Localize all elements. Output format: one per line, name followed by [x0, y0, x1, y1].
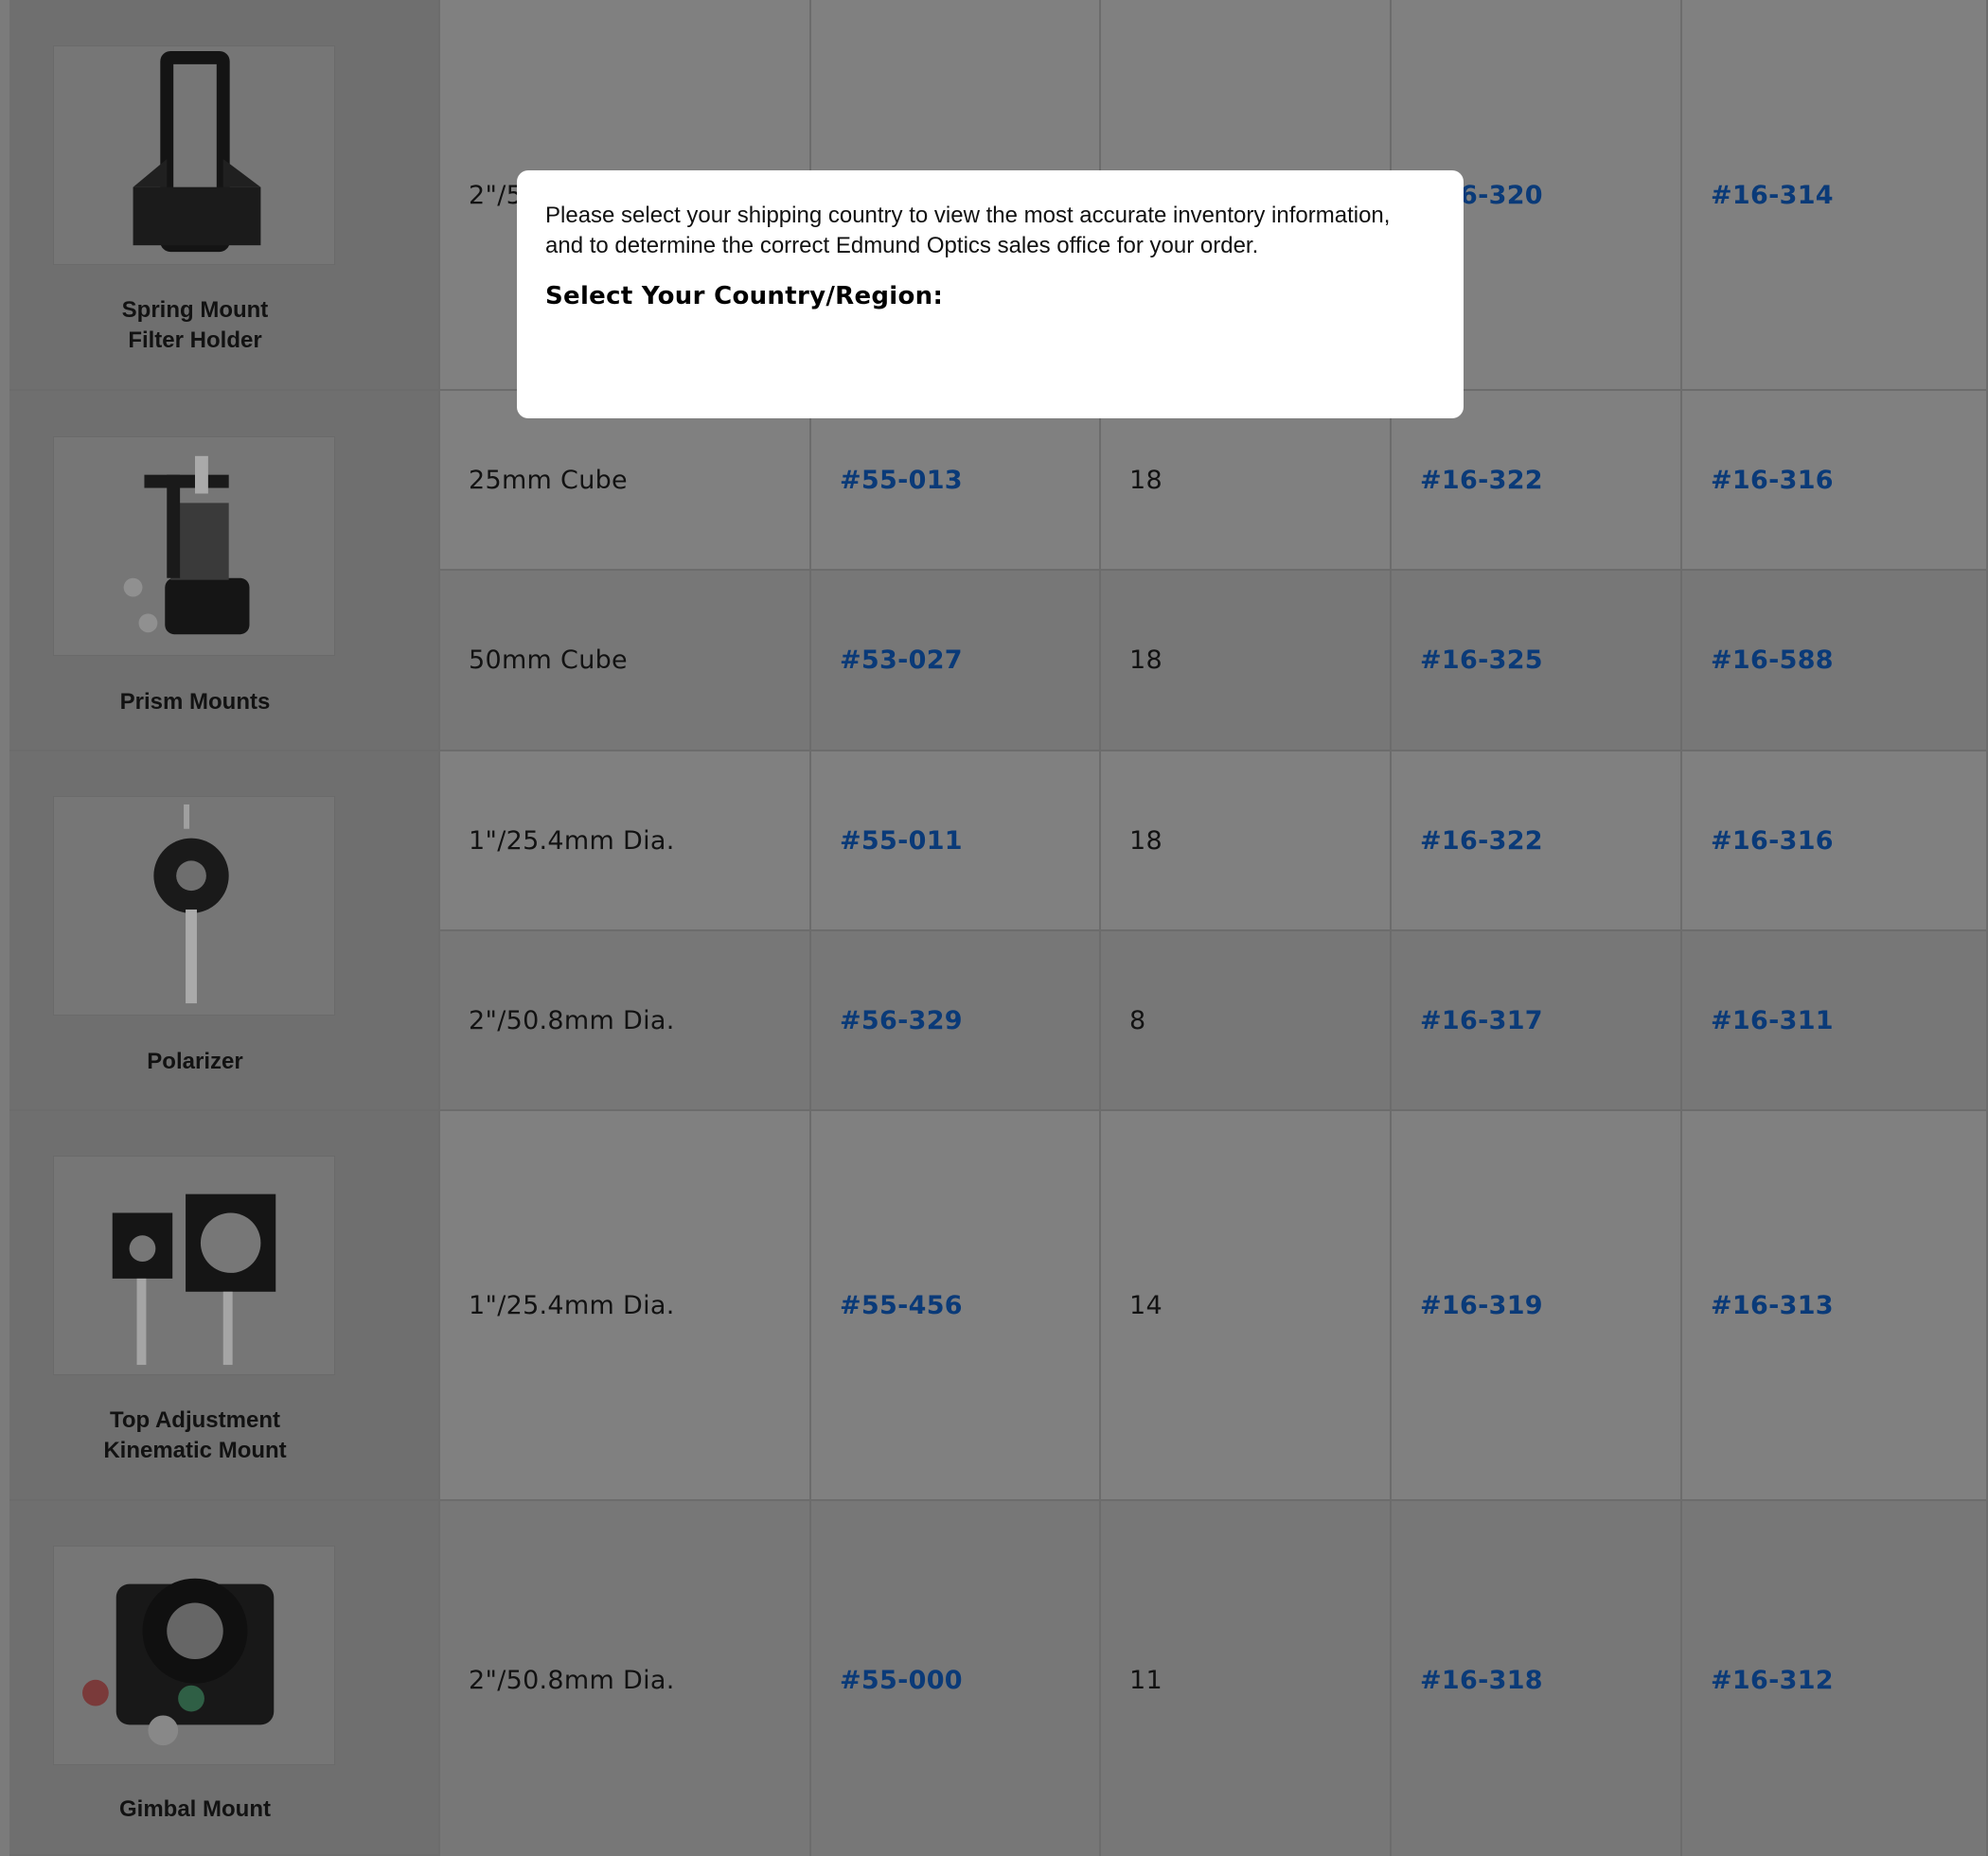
country-select-modal: Please select your shipping country to v… — [517, 170, 1464, 418]
stock-number-link[interactable]: #55-013 — [840, 466, 963, 495]
part-link-cell: #16-311 — [1682, 931, 1988, 1111]
part-link-cell: #16-314 — [1682, 0, 1988, 391]
product-name[interactable]: Spring Mount — [9, 295, 381, 326]
product-name[interactable]: Filter Holder — [9, 326, 381, 356]
part-link[interactable]: #16-588 — [1711, 645, 1834, 675]
size-cell: 1"/25.4mm Dia. — [440, 1111, 811, 1501]
spring-mount-filter-holder-image[interactable] — [53, 45, 335, 265]
qty-cell: 11 — [1101, 1501, 1392, 1856]
stock-number-cell: #53-027 — [811, 571, 1101, 751]
product-cell-polarizer: Polarizer — [9, 751, 440, 1111]
qty-cell: 14 — [1101, 1111, 1392, 1501]
size-cell: 1"/25.4mm Dia. — [440, 751, 811, 931]
modal-heading: Select Your Country/Region: — [545, 282, 944, 310]
prism-mount-image[interactable] — [53, 436, 335, 656]
qty-cell: 18 — [1101, 751, 1392, 931]
stock-number-cell: #55-000 — [811, 1501, 1101, 1856]
part-link[interactable]: #16-319 — [1420, 1291, 1543, 1320]
qty-cell: 8 — [1101, 931, 1392, 1111]
part-link[interactable]: #16-316 — [1711, 826, 1834, 856]
stock-number-link[interactable]: #55-011 — [840, 826, 963, 856]
product-cell-gimbal-mount: Gimbal Mount — [9, 1501, 440, 1856]
product-cell-prism-mounts: Prism Mounts — [9, 391, 440, 751]
product-name[interactable]: Polarizer — [9, 1047, 381, 1077]
product-name[interactable]: Kinematic Mount — [9, 1436, 381, 1466]
part-link[interactable]: #16-312 — [1711, 1666, 1834, 1695]
gimbal-mount-image[interactable] — [53, 1546, 335, 1765]
polarizer-mount-image[interactable] — [53, 796, 335, 1016]
stock-number-cell: #56-329 — [811, 931, 1101, 1111]
size-cell: 2"/50.8mm Dia. — [440, 931, 811, 1111]
part-link[interactable]: #16-322 — [1420, 826, 1543, 856]
size-cell: 2"/50.8mm Dia. — [440, 1501, 811, 1856]
kinematic-mount-image[interactable] — [53, 1156, 335, 1375]
product-cell-spring-mount: Spring Mount Filter Holder — [9, 0, 440, 391]
stock-number-cell: #55-456 — [811, 1111, 1101, 1501]
part-link[interactable]: #16-316 — [1711, 466, 1834, 495]
part-link[interactable]: #16-318 — [1420, 1666, 1543, 1695]
part-link[interactable]: #16-314 — [1711, 181, 1834, 210]
stock-number-link[interactable]: #55-456 — [840, 1291, 963, 1320]
part-link-cell: #16-316 — [1682, 391, 1988, 571]
product-cell-kinematic-mount: Top Adjustment Kinematic Mount — [9, 1111, 440, 1501]
product-name[interactable]: Prism Mounts — [9, 687, 381, 717]
stock-number-link[interactable]: #56-329 — [840, 1006, 963, 1035]
part-link-cell: #16-313 — [1682, 1111, 1988, 1501]
stock-number-link[interactable]: #55-000 — [840, 1666, 963, 1695]
part-link[interactable]: #16-322 — [1420, 466, 1543, 495]
qty-cell: 18 — [1101, 571, 1392, 751]
part-link[interactable]: #16-317 — [1420, 1006, 1543, 1035]
size-cell: 50mm Cube — [440, 571, 811, 751]
part-link[interactable]: #16-311 — [1711, 1006, 1834, 1035]
product-name[interactable]: Gimbal Mount — [9, 1794, 381, 1825]
part-link-cell: #16-322 — [1392, 751, 1682, 931]
part-link[interactable]: #16-325 — [1420, 645, 1543, 675]
part-link-cell: #16-319 — [1392, 1111, 1682, 1501]
part-link[interactable]: #16-313 — [1711, 1291, 1834, 1320]
modal-message: Please select your shipping country to v… — [545, 203, 1391, 258]
part-link-cell: #16-312 — [1682, 1501, 1988, 1856]
part-link-cell: #16-588 — [1682, 571, 1988, 751]
part-link-cell: #16-317 — [1392, 931, 1682, 1111]
stock-number-link[interactable]: #53-027 — [840, 645, 963, 675]
part-link-cell: #16-325 — [1392, 571, 1682, 751]
part-link-cell: #16-318 — [1392, 1501, 1682, 1856]
stock-number-cell: #55-011 — [811, 751, 1101, 931]
part-link-cell: #16-316 — [1682, 751, 1988, 931]
product-name[interactable]: Top Adjustment — [9, 1405, 381, 1436]
